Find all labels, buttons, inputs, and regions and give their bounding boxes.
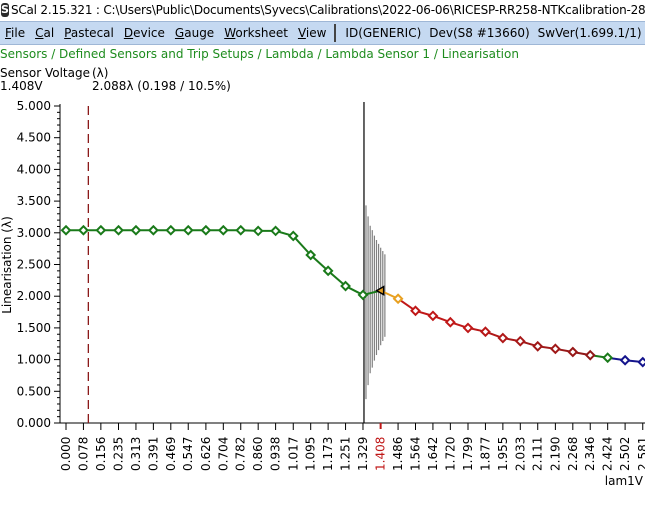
data-point[interactable] (480, 326, 491, 338)
data-point[interactable] (602, 352, 614, 364)
y-tick-label: 2.000 (17, 289, 51, 303)
x-tick-label: 0.235 (112, 437, 126, 471)
x-tick-label: 1.720 (443, 437, 457, 471)
data-point[interactable] (95, 224, 107, 236)
data-point[interactable] (462, 322, 474, 334)
y-tick-label: 0.000 (17, 416, 51, 430)
x-tick-label: 2.581 (636, 437, 645, 471)
x-tick-label: 0.782 (234, 437, 248, 471)
x-tick-label: 2.033 (513, 437, 527, 471)
data-point[interactable] (182, 224, 194, 236)
y-axis-label: Linearisation (λ) (0, 216, 14, 314)
x-axis-label: lam1V (605, 474, 644, 488)
x-tick-label: 1.642 (426, 437, 440, 471)
x-tick-label: 2.111 (531, 437, 545, 471)
data-point[interactable] (637, 356, 645, 368)
x-tick-label: 0.000 (59, 437, 73, 471)
x-tick-label: 0.078 (76, 437, 90, 471)
y-tick-label: 5.000 (17, 99, 51, 113)
y-tick-label: 3.500 (17, 194, 51, 208)
x-tick-label: 1.251 (339, 437, 353, 471)
x-tick-label: 0.156 (94, 437, 108, 471)
data-point[interactable] (567, 346, 579, 358)
data-point[interactable] (165, 224, 177, 236)
y-tick-label: 1.500 (17, 321, 51, 335)
data-point[interactable] (444, 316, 456, 328)
x-tick-label: 1.486 (391, 437, 405, 471)
x-tick-label: 0.547 (181, 437, 195, 471)
x-tick-label: 0.704 (216, 437, 230, 471)
data-point[interactable] (78, 224, 89, 236)
x-tick-label: 2.502 (618, 437, 632, 471)
data-point[interactable] (252, 225, 264, 237)
data-point[interactable] (147, 224, 159, 236)
linearisation-chart[interactable]: 0.000 0.500 1.000 1.500 2.000 2.500 3.000 3.500… (0, 0, 645, 515)
x-tick-label: 1.408 (374, 437, 388, 471)
data-point[interactable] (497, 332, 509, 344)
data-point[interactable] (549, 343, 561, 355)
curve-segment (292, 235, 312, 256)
x-tick-label: 0.860 (251, 437, 265, 471)
y-tick-label: 2.500 (17, 258, 51, 272)
data-point[interactable] (514, 335, 526, 347)
x-tick-label: 0.313 (129, 437, 143, 471)
data-point[interactable] (427, 310, 439, 322)
data-point[interactable] (113, 224, 124, 236)
x-tick-label: 2.346 (583, 437, 597, 471)
x-tick-label: 0.469 (164, 437, 178, 471)
current-point-marker[interactable] (375, 285, 385, 296)
data-point[interactable] (130, 224, 142, 236)
x-tick-label: 1.329 (356, 437, 370, 471)
data-point[interactable] (60, 224, 72, 236)
data-point[interactable] (584, 349, 596, 361)
x-tick-label: 2.190 (548, 437, 562, 471)
data-point[interactable] (619, 354, 631, 366)
x-tick-label: 0.626 (199, 437, 213, 471)
x-tick-label: 1.173 (321, 437, 335, 471)
x-tick-label: 2.268 (566, 437, 580, 471)
x-tick-label: 2.424 (601, 437, 615, 471)
data-point[interactable] (532, 340, 544, 352)
x-tick-label: 0.391 (146, 437, 160, 471)
data-point[interactable] (200, 224, 212, 236)
x-tick-label: 1.095 (304, 437, 318, 471)
x-tick-label: 1.799 (461, 437, 475, 471)
data-point[interactable] (217, 224, 229, 236)
x-tick-label: 1.877 (478, 437, 492, 471)
x-tick-label: 0.938 (269, 437, 283, 471)
data-point[interactable] (270, 225, 282, 237)
data-point[interactable] (235, 224, 247, 236)
y-tick-label: 4.000 (17, 162, 51, 176)
y-tick-label: 4.500 (17, 131, 51, 145)
x-tick-label: 1.955 (496, 437, 510, 471)
y-tick-label: 3.000 (17, 226, 51, 240)
x-tick-label: 1.564 (408, 437, 422, 471)
y-tick-label: 0.500 (17, 384, 51, 398)
y-tick-label: 1.000 (17, 353, 51, 367)
x-tick-label: 1.017 (286, 437, 300, 471)
